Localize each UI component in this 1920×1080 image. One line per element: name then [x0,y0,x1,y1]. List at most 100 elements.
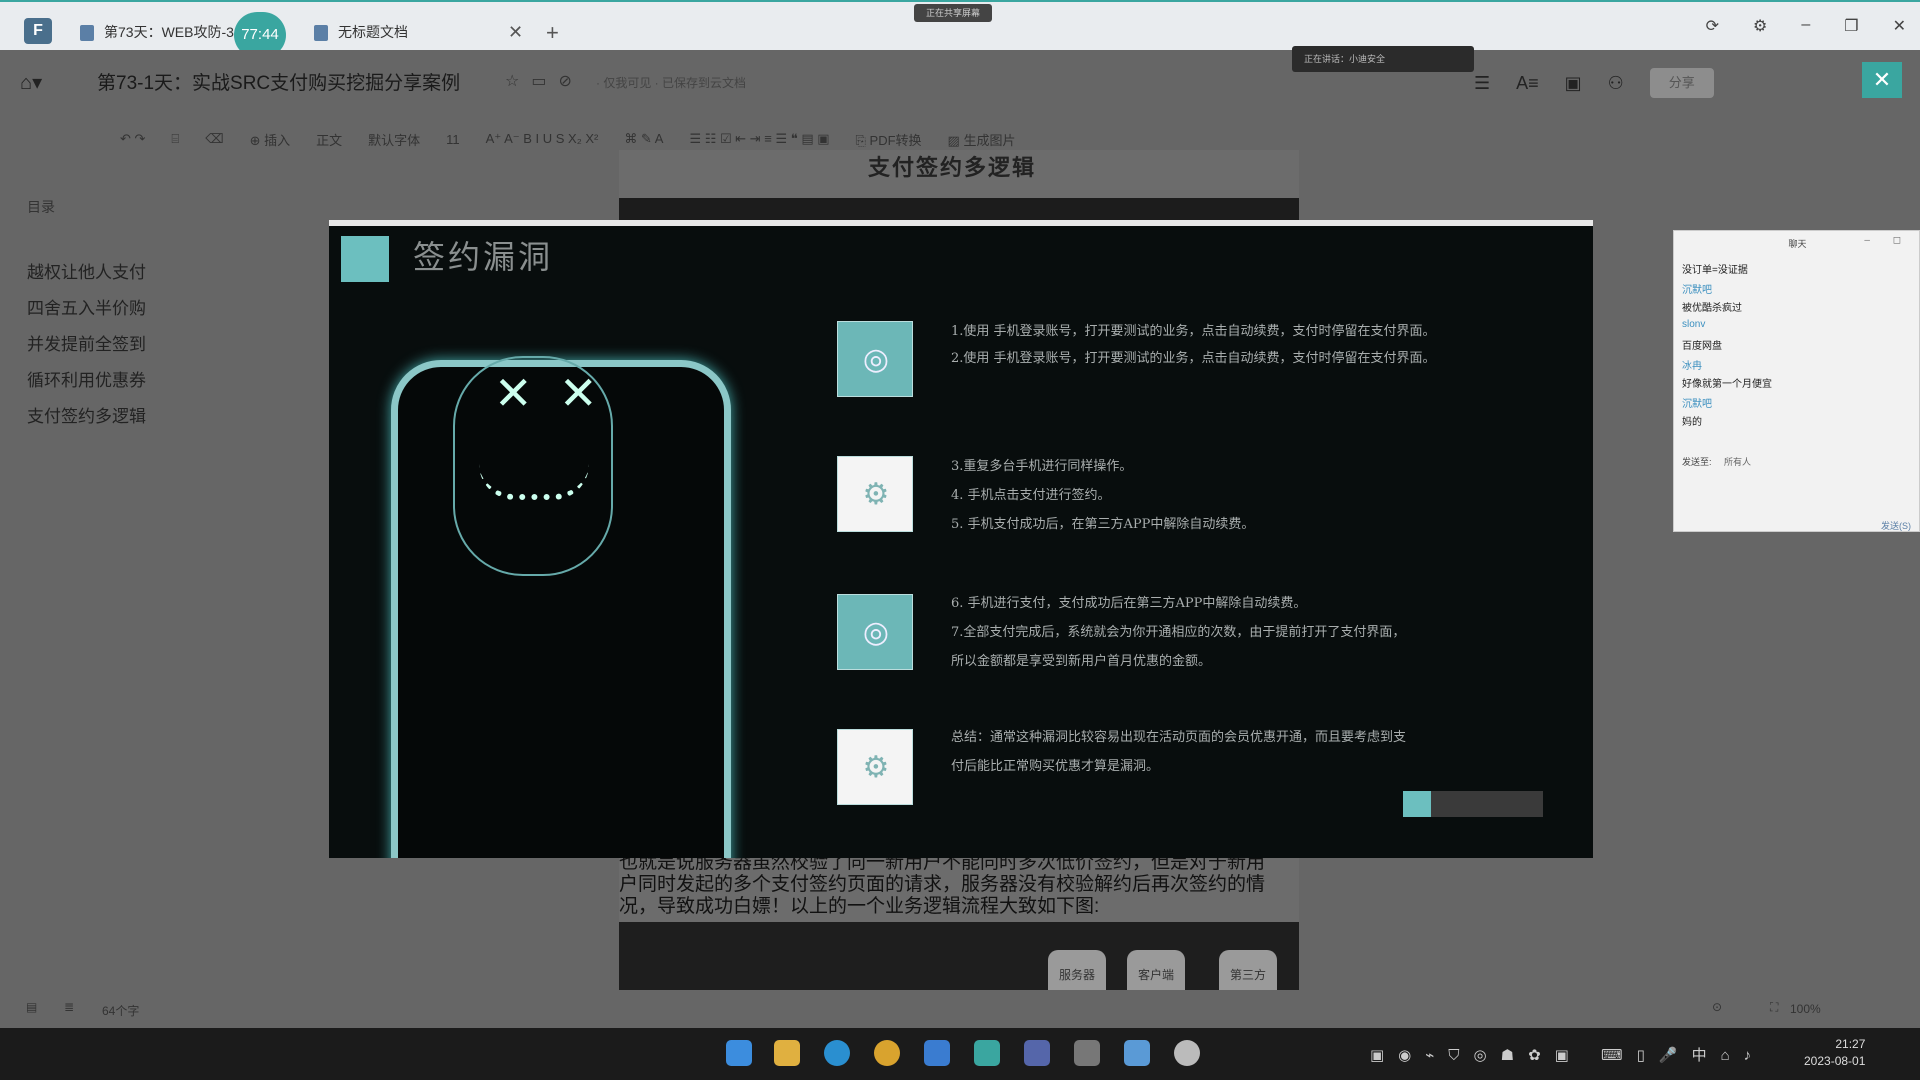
image-edge [619,198,1299,220]
chat-sender: 冰冉 [1682,361,1702,372]
list-icon[interactable]: ☰ ☷ ☑ ⇤ ⇥ ≡ ☰ ❝ ▤ ▣ [689,131,829,147]
taskbar: ▣◉⌁⛉◎☗✿▣ ⌨▯🎤中⌂♪ 21:27 2023-08-01 [0,1028,1920,1080]
app-icon[interactable] [1024,1040,1050,1066]
page-view-icon[interactable]: ≣ [64,1000,74,1014]
send-to-select[interactable]: 所有人 [1724,455,1751,468]
slide-step: 1.使用 手机登录账号，打开要测试的业务，点击自动续费，支付时停留在支付界面。 [951,324,1436,339]
system-tray[interactable]: ▣◉⌁⛉◎☗✿▣ ⌨▯🎤中⌂♪ [1370,1044,1765,1065]
collaborator-icon[interactable]: ⚇ [1608,73,1624,94]
format-toolbar: ↶ ↷ ⌸ ⌫ ⊕ 插入 正文 默认字体 11 A⁺ A⁻ B I U S X₂… [120,126,1880,152]
pdf-label: PDF转换 [869,132,922,148]
chrome-icon[interactable] [874,1040,900,1066]
camera-icon: ◎ [862,343,890,376]
share-button[interactable]: 分享 [1649,68,1714,98]
word-count[interactable]: 64个字 [102,1002,139,1019]
font-select[interactable]: 默认字体 [368,130,420,149]
app-icon[interactable] [1074,1040,1100,1066]
image-label: 生成图片 [963,132,1016,148]
minimize-icon[interactable]: – [1801,16,1810,36]
folder-icon[interactable]: ▭ [531,73,558,90]
menu-icon[interactable]: ☰ [1474,73,1490,94]
fullscreen-icon[interactable]: ⛶ [1770,1000,1778,1015]
slide-logo [1403,791,1543,817]
slide-step: 3.重复多台手机进行同样操作。 [951,459,1133,474]
gear-card: ⚙ [837,729,913,805]
app-logo-icon[interactable]: F [24,18,52,44]
star-icon[interactable]: ☆ [505,73,531,90]
insert-button[interactable]: ⊕ 插入 [250,130,291,149]
slide-image[interactable]: 签约漏洞 ✕ ✕ ◎ ⚙ ◎ ⚙ 1.使用 手机登录账号，打开要测试的业务，点击… [329,220,1593,858]
screen-share-indicator[interactable]: 正在共享屏幕 [914,4,993,22]
slide-step: 5. 手机支付成功后，在第三方APP中解除自动续费。 [951,517,1255,532]
chat-panel: 聊天 – ◻ 没订单=没证据 沉默吧 被优酷杀疯过 slonv 百度网盘 冰冉 … [1673,230,1920,532]
outline-item[interactable]: 并发提前全签到 [27,330,146,355]
edge-icon[interactable] [824,1040,850,1066]
tab-label: 无标题文档 [338,24,408,40]
slide-title-marker [341,236,389,282]
chat-sender: 沉默吧 [1682,285,1712,296]
font-size-select[interactable]: 11 [446,132,460,147]
close-presentation-button[interactable]: ✕ [1862,62,1902,98]
new-tab-icon[interactable]: + [546,20,559,46]
paragraph-line: 况，导致成功白嫖！以上的一个业务逻辑流程大致如下图: [619,896,1100,917]
home-icon[interactable]: ⌂▾ [20,70,42,95]
style-select[interactable]: 正文 [316,130,342,149]
camera-card: ◎ [837,321,913,397]
body-paragraph: 也就是说服务器虽然校验了同一新用户不能同时多次低价签约，但是对于新用 户同时发起… [619,852,1299,918]
outline-item[interactable]: 循环利用优惠券 [27,366,146,391]
zoom-level[interactable]: 100% [1790,1002,1821,1016]
start-icon[interactable] [726,1040,752,1066]
pdf-convert-button[interactable]: ⎘ PDF转换 [856,130,922,149]
photos-icon[interactable] [974,1040,1000,1066]
highlight-icon[interactable]: ⌘ ✎ A [624,131,663,147]
slide-step: 7.全部支付完成后，系统就会为你开通相应的次数，由于提前打开了支付界面， [951,625,1406,640]
camera-card: ◎ [837,594,913,670]
tab-close-icon[interactable]: ✕ [508,22,523,43]
bold-icon[interactable]: A⁺ A⁻ B I U S X₂ X² [486,131,599,147]
outline-item[interactable]: 越权让他人支付 [27,258,146,283]
clock[interactable]: 21:27 2023-08-01 [1804,1036,1865,1070]
tab-doc-2[interactable]: 无标题文档 [314,14,408,50]
font-icon[interactable]: A≡ [1516,73,1539,94]
save-status: · 仅我可见 · 已保存到云文档 [596,76,746,90]
chat-sender: slonv [1682,319,1706,330]
slide-step: 6. 手机进行支付，支付成功后在第三方APP中解除自动续费。 [951,596,1307,611]
locate-icon[interactable]: ⊙ [1712,1000,1722,1014]
restore-icon[interactable]: ❐ [1844,16,1858,36]
eraser-icon[interactable]: ⌫ [205,131,223,147]
flow-tab-client: 客户端 [1127,950,1185,990]
chat-message: 好像就第一个月便宜 [1682,379,1772,390]
settings-icon[interactable]: ⚙ [1753,16,1767,36]
document-icon [80,25,94,42]
insert-label: 插入 [264,132,291,148]
slide-summary: 总结：通常这种漏洞比较容易出现在活动页面的会员优惠开通，而且要考虑到支 [951,730,1407,745]
app-icon[interactable] [1174,1040,1200,1066]
outline-item[interactable]: 四舍五入半价购 [27,294,146,319]
document-icon [314,25,328,42]
docs-app-icon[interactable] [924,1040,950,1066]
present-icon[interactable]: ▣ [1565,73,1582,94]
outline-toggle-icon[interactable]: ▤ [26,1000,37,1014]
send-to-label: 发送至: [1682,457,1712,467]
eye-x-icon: ✕ [559,366,598,420]
outline-item[interactable]: 支付签约多逻辑 [27,402,146,427]
generate-image-button[interactable]: ▨ 生成图片 [948,130,1016,149]
flow-tab-server: 服务器 [1048,950,1106,990]
format-painter-icon[interactable]: ⌸ [171,131,179,147]
gear-icon: ⚙ [862,751,890,784]
outline-title: 目录 [27,199,55,215]
section-heading: 支付签约多逻辑 [868,155,1037,180]
chat-window-controls[interactable]: – ◻ [1864,235,1911,246]
clock-time: 21:27 [1835,1037,1866,1051]
file-explorer-icon[interactable] [774,1040,800,1066]
undo-icon[interactable]: ↶ ↷ [120,131,145,147]
tab-doc-1[interactable]: 第73天：WEB攻防-3 [80,14,234,50]
paragraph-line: 户同时发起的多个支付签约页面的请求，服务器没有校验解约后再次签约的情 [619,874,1266,895]
refresh-icon[interactable]: ⟳ [1706,16,1719,36]
app-icon[interactable] [1124,1040,1150,1066]
close-window-icon[interactable]: ✕ [1893,16,1906,36]
sync-icon[interactable]: ⊘ [558,73,583,90]
send-button[interactable]: 发送(S) [1881,519,1911,532]
document-title: 第73-1天：实战SRC支付购买挖掘分享案例 [97,73,461,94]
flow-tab-third-party: 第三方 [1219,950,1277,990]
